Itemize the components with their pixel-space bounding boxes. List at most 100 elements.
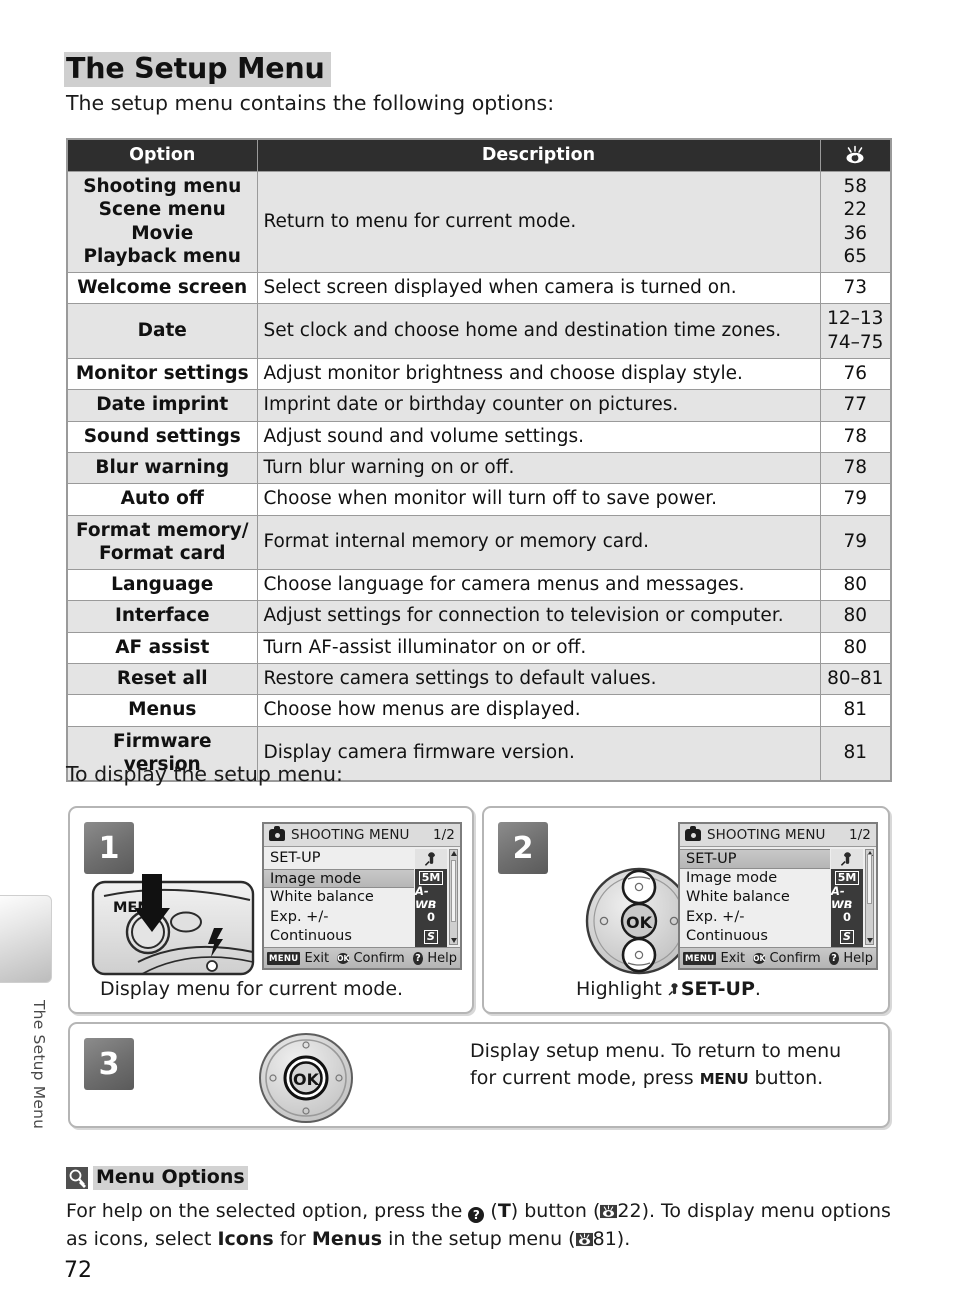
table-row: Reset all Restore camera settings to defa… bbox=[66, 663, 892, 696]
table-row: Shooting menu Scene menu Movie Playback men… bbox=[66, 170, 892, 274]
table-header-row: Option Description bbox=[66, 138, 892, 172]
wrench-icon bbox=[831, 849, 863, 869]
help-key-icon: ? bbox=[412, 952, 424, 965]
lcd-menu-item[interactable]: Exp. +/- bbox=[264, 908, 414, 928]
note-ref-page-2: 81 bbox=[592, 1227, 617, 1250]
menu-key-icon: MENU bbox=[267, 952, 301, 965]
continuous-mode-icon: S bbox=[415, 927, 447, 947]
lcd-title: SHOOTING MENU bbox=[291, 827, 410, 843]
lcd-menu-item[interactable]: Continuous bbox=[680, 927, 830, 947]
camera-back-illustration: MENU bbox=[90, 866, 260, 982]
step-3-panel: 3 OK Display setup menu. To return to me… bbox=[68, 1022, 890, 1128]
page-content: The Setup Menu The setup menu contains t… bbox=[64, 0, 892, 1314]
lcd-page-indicator: 1/2 bbox=[432, 827, 455, 843]
option-cell: Welcome screen bbox=[66, 272, 258, 305]
step-3-caption-line2-post: button. bbox=[748, 1066, 824, 1089]
lcd-title-bar: SHOOTING MENU 1/2 bbox=[264, 824, 460, 847]
table-row: AF assist Turn AF-assist illuminator on o… bbox=[66, 631, 892, 665]
lcd-menu-item[interactable]: Continuous bbox=[264, 927, 414, 947]
step-3-caption-line1: Display setup menu. To return to menu bbox=[470, 1040, 842, 1062]
lcd-menu-item[interactable]: Exp. +/- bbox=[680, 908, 830, 928]
scroll-down-arrow-icon bbox=[451, 938, 457, 943]
lcd-menu-item[interactable]: White balance bbox=[680, 888, 830, 908]
note-line2-b: for bbox=[273, 1227, 312, 1250]
step-2-lcd-screen: SHOOTING MENU 1/2 SET-UPImage modeWhite … bbox=[678, 822, 878, 970]
step-3-badge: 3 bbox=[84, 1038, 134, 1090]
option-cell: Format memory/Format card bbox=[66, 514, 258, 571]
camera-mode-icon bbox=[685, 826, 701, 841]
wrench-icon bbox=[415, 849, 447, 869]
scroll-thumb[interactable] bbox=[451, 860, 456, 922]
ok-key-icon: OK bbox=[753, 953, 766, 964]
page-cell: 80–81 bbox=[819, 663, 892, 696]
lcd-menu-item[interactable]: SET-UP bbox=[264, 849, 414, 869]
note-body: For help on the selected option, press t… bbox=[66, 1198, 892, 1253]
option-cell: Menus bbox=[66, 694, 258, 727]
svg-text:OK: OK bbox=[293, 1070, 320, 1089]
page-cell: 81 bbox=[819, 725, 892, 782]
lcd-scrollbar[interactable] bbox=[865, 849, 874, 945]
description-cell: Choose how menus are displayed. bbox=[256, 694, 821, 727]
description-cell: Turn AF-assist illuminator on or off. bbox=[256, 631, 821, 665]
page-cell: 78 bbox=[819, 451, 892, 485]
note-icons-option: Icons bbox=[217, 1227, 274, 1250]
table-row: Welcome screen Select screen displayed wh… bbox=[66, 272, 892, 305]
svg-text:OK: OK bbox=[626, 913, 653, 932]
note-title: Menu Options bbox=[93, 1166, 248, 1190]
description-cell: Choose language for camera menus and mes… bbox=[256, 569, 821, 602]
help-question-icon: ? bbox=[468, 1207, 485, 1223]
exposure-comp-icon: 0 bbox=[415, 907, 447, 927]
note-line1-b: ( bbox=[484, 1200, 498, 1222]
lcd-menu-item[interactable]: Image mode bbox=[264, 868, 429, 888]
lcd-icon-strip: 5M A-WB 0 S bbox=[414, 849, 448, 947]
lcd-menu-item[interactable]: SET-UP bbox=[680, 849, 845, 869]
step-3-caption: Display setup menu. To return to menu fo… bbox=[470, 1038, 870, 1092]
option-cell: Date bbox=[66, 303, 258, 360]
scroll-thumb[interactable] bbox=[867, 854, 872, 904]
chapter-tab bbox=[0, 895, 52, 983]
lcd-confirm-label: Confirm bbox=[769, 951, 821, 966]
lcd-confirm-label: Confirm bbox=[353, 951, 405, 966]
table-row: Monitor settings Adjust monitor brightnes… bbox=[66, 358, 892, 391]
lcd-menu-item[interactable]: White balance bbox=[264, 888, 414, 908]
step-2-caption-prefix: Highlight bbox=[576, 978, 668, 1000]
description-cell: Turn blur warning on or off. bbox=[256, 451, 821, 485]
to-display-text: To display the setup menu: bbox=[66, 762, 343, 786]
table-row: Sound settings Adjust sound and volume se… bbox=[66, 420, 892, 453]
intro-text: The setup menu contains the following op… bbox=[66, 91, 555, 115]
description-cell: Set clock and choose home and destinatio… bbox=[256, 303, 821, 360]
note-menus-option: Menus bbox=[311, 1227, 383, 1250]
description-cell: Choose when monitor will turn off to sav… bbox=[256, 483, 821, 516]
wrench-icon bbox=[668, 980, 681, 996]
table-row: Interface Adjust settings for connection … bbox=[66, 600, 892, 633]
lcd-icon-strip: 5M A-WB 0 S bbox=[830, 849, 864, 947]
step-2-badge: 2 bbox=[498, 822, 548, 874]
setup-menu-options-table: Option Description Shooting menu Scene m… bbox=[66, 138, 892, 783]
lcd-menu-item[interactable]: Image mode bbox=[680, 869, 830, 889]
table-row: Format memory/Format card Format internal… bbox=[66, 514, 892, 571]
page-cell: 73 bbox=[819, 272, 892, 305]
step-1-panel: 1 SHOOTING MENU 1/2 SET-UP Image mode ▶ … bbox=[68, 806, 474, 1014]
option-cell: Auto off bbox=[66, 483, 258, 516]
step-3-caption-line2-pre: for current mode, press bbox=[470, 1066, 700, 1089]
chapter-tab-label: The Setup Menu bbox=[30, 1000, 48, 1130]
page-cell: 77 bbox=[819, 389, 892, 422]
table-row: Blur warning Turn blur warning on or off.… bbox=[66, 451, 892, 485]
header-page-reference bbox=[819, 138, 892, 172]
description-cell: Adjust sound and volume settings. bbox=[256, 420, 821, 453]
header-option: Option bbox=[66, 138, 258, 172]
continuous-mode-icon: S bbox=[831, 927, 863, 947]
header-description: Description bbox=[256, 138, 821, 172]
note-line2-d: ). bbox=[616, 1227, 631, 1250]
note-line2-c: in the setup menu ( bbox=[382, 1227, 576, 1250]
note-line2-a: as icons, select bbox=[66, 1227, 218, 1250]
page-cell: 76 bbox=[819, 358, 892, 391]
lcd-body: SET-UPImage modeWhite balanceExp. +/-Con… bbox=[264, 847, 460, 947]
eye-reference-icon bbox=[842, 145, 868, 165]
page-cell: 79 bbox=[819, 514, 892, 571]
lcd-body: SET-UPImage modeWhite balanceExp. +/-Con… bbox=[680, 847, 876, 947]
lcd-scrollbar[interactable] bbox=[449, 849, 458, 945]
description-cell: Adjust settings for connection to televi… bbox=[256, 600, 821, 633]
option-cell: Interface bbox=[66, 600, 258, 633]
option-cell: AF assist bbox=[66, 631, 258, 665]
